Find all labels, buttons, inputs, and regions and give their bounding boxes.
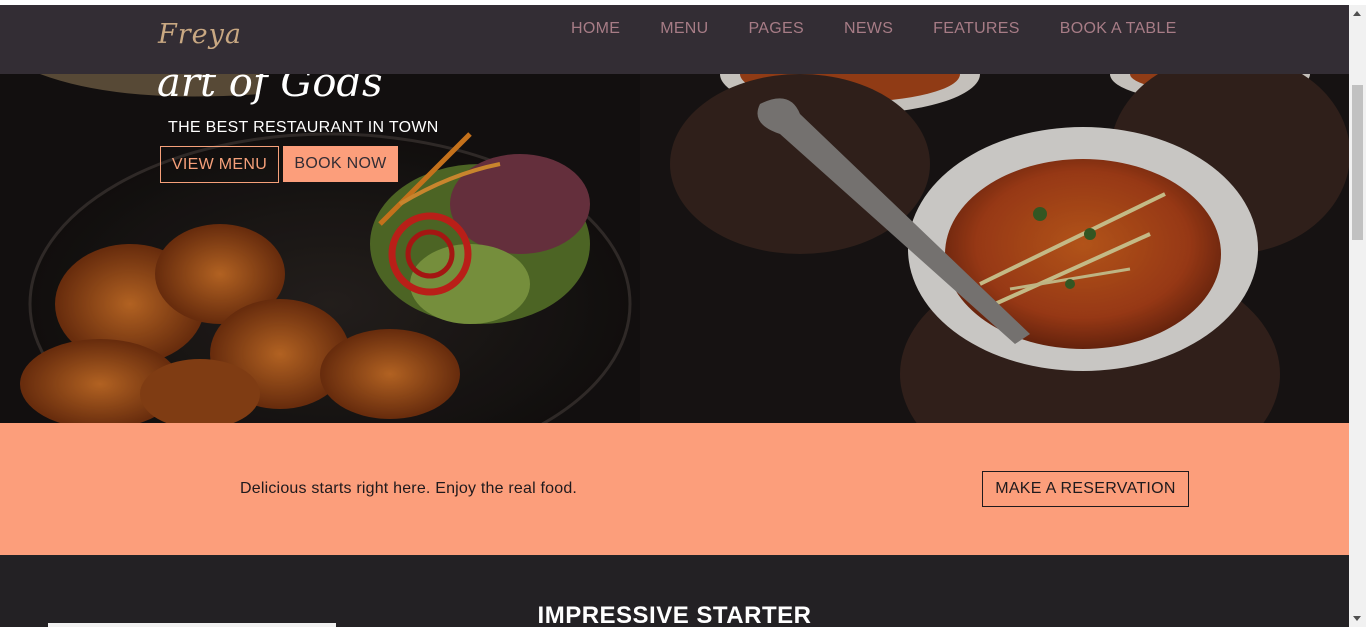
nav-features[interactable]: FEATURES	[933, 20, 1020, 38]
main-nav: HOME MENU PAGES NEWS FEATURES BOOK A TAB…	[571, 20, 1177, 38]
content-strip	[48, 623, 336, 627]
nav-pages[interactable]: PAGES	[749, 20, 804, 38]
scroll-up-arrow-icon[interactable]	[1353, 11, 1361, 16]
scroll-down-arrow-icon[interactable]	[1353, 616, 1361, 621]
site-header: Freya HOME MENU PAGES NEWS FEATURES BOOK…	[0, 5, 1349, 74]
nav-book-a-table[interactable]: BOOK A TABLE	[1060, 20, 1177, 38]
page-scrollbar[interactable]	[1349, 5, 1366, 627]
book-now-button[interactable]: BOOK NOW	[283, 146, 398, 182]
view-menu-button[interactable]: VIEW MENU	[160, 146, 279, 183]
nav-menu[interactable]: MENU	[660, 20, 708, 38]
site-logo[interactable]: Freya	[158, 19, 242, 50]
nav-news[interactable]: NEWS	[844, 20, 893, 38]
hero-banner: art of Gods THE BEST RESTAURANT IN TOWN …	[0, 74, 1349, 423]
starter-section: IMPRESSIVE STARTER	[0, 555, 1349, 627]
hero-title: art of Gods	[157, 74, 383, 106]
promo-text: Delicious starts right here. Enjoy the r…	[240, 480, 578, 497]
scrollbar-thumb[interactable]	[1352, 85, 1363, 240]
reservation-band: Delicious starts right here. Enjoy the r…	[0, 423, 1349, 555]
make-reservation-button[interactable]: MAKE A RESERVATION	[982, 471, 1189, 507]
nav-home[interactable]: HOME	[571, 20, 620, 38]
hero-subtitle: THE BEST RESTAURANT IN TOWN	[168, 119, 439, 136]
